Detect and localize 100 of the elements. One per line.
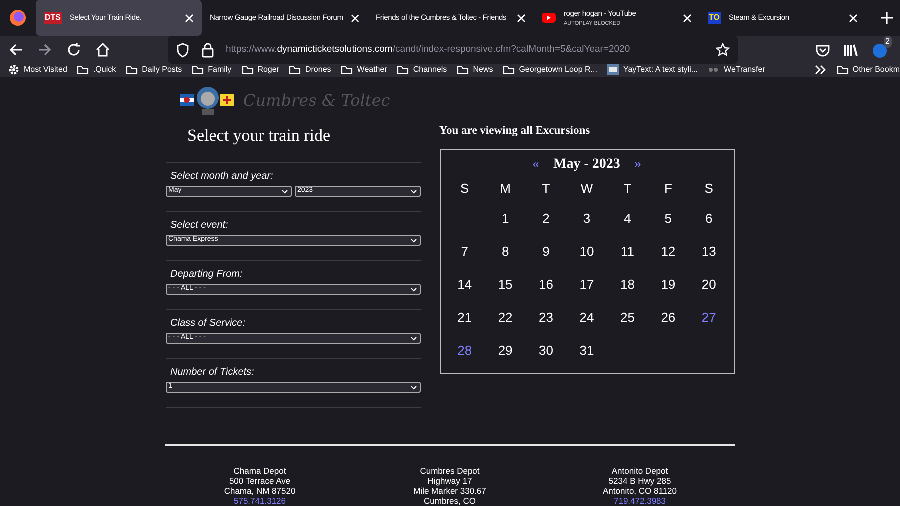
bookmark-link[interactable]: YayText: A text styli... [623,64,698,76]
calendar-day: 16 [539,274,554,294]
caret-icon [282,190,288,194]
browser-logo-icon[interactable] [9,9,27,27]
bookmark-link[interactable]: News [473,64,494,76]
emblem-drawing [180,86,236,116]
close-icon[interactable] [351,14,360,22]
address-line: Cumbres, CO [424,496,476,506]
field-label: Class of Service: [170,317,247,331]
calendar-day: 3 [583,208,591,228]
weekday-header: S [704,180,714,198]
weekday-header: W [580,180,594,198]
plus-icon [880,11,894,25]
calendar-day: 6 [706,208,713,228]
bookmark-link[interactable]: Roger [258,64,280,76]
calendar-day: 9 [542,242,550,261]
calendar-day: 22 [498,308,513,327]
folder-icon [77,64,90,76]
site-favicon: TO [708,12,721,24]
caret-icon [410,190,416,194]
notification-badge: 2 [884,36,892,48]
viewing-caption: You are viewing all Excursions [440,124,592,138]
caret-icon [410,336,416,340]
calendar-day: 15 [498,274,513,294]
shield-icon[interactable] [176,42,190,58]
folder-icon [192,64,204,76]
calendar-day: 31 [580,340,594,360]
bookmark-link[interactable]: .Quick [93,64,116,76]
close-icon[interactable] [683,14,692,22]
bookmark-link[interactable]: Daily Posts [142,64,182,76]
previous-month-link[interactable]: « [532,154,540,176]
weekday-header: F [664,180,672,198]
bookmark-link[interactable]: Weather [357,64,388,76]
close-icon[interactable] [849,14,858,22]
calendar-day: 20 [702,274,716,294]
bookmark-link[interactable]: Other Bookm [852,64,900,76]
folder-icon [397,64,410,76]
caret-icon [410,386,416,390]
calendar-day-link[interactable]: 28 [458,340,472,360]
address-bar[interactable]: https://www.dynamicticketsolutions.com/candt/index-responsive.cfm?calMonth=5&calYear=2020 [168,36,738,64]
calendar-day: 11 [620,242,634,261]
padlock-icon[interactable] [202,42,214,58]
phone-link[interactable]: 719.472.3983 [614,496,666,506]
field-label: Select month and year: [170,170,274,184]
forward-arrow-icon[interactable] [37,42,53,58]
folder-icon [503,64,516,76]
weekday-header: T [624,180,632,198]
next-month-link[interactable]: » [634,154,642,176]
calendar-day: 23 [539,308,554,327]
bookmark-link[interactable]: Most Visited [24,64,68,76]
field-label: Select event: [170,219,230,233]
caret-icon [410,288,416,292]
calendar-day-link[interactable]: 27 [702,308,716,327]
weekday-header: M [500,180,511,198]
calendar-day: 13 [702,242,716,261]
address-line: 500 Terrace Ave [229,476,291,486]
gear-icon [8,64,20,76]
calendar-day: 14 [458,274,472,294]
address-line: 5234 B Hwy 285 [608,476,672,486]
bookmark-link[interactable]: Family [208,64,232,76]
caret-icon [410,238,416,242]
calendar-day: 4 [624,208,632,228]
calendar-day: 29 [498,340,513,360]
page-title: Select your train ride [186,124,332,147]
play-button-icon [542,13,556,23]
calendar-day: 17 [580,274,594,294]
address-line: Antonito, CO 81120 [602,486,678,496]
back-arrow-icon[interactable] [8,42,24,58]
chevron-icon[interactable] [814,65,827,76]
calendar-day: 26 [661,308,676,327]
library-icon[interactable] [843,43,859,57]
calendar-day: 2 [542,208,550,228]
bookmark-link[interactable]: WeTransfer [724,64,766,76]
bookmark-link[interactable]: Channels [413,64,448,76]
site-favicon [607,64,620,76]
calendar-day: 18 [620,274,635,294]
calendar-title: May - 2023 [554,156,620,174]
calendar-day: 12 [661,242,676,261]
bookmark-link[interactable]: Drones [305,64,332,76]
site-favicon: DTS [44,12,62,24]
calendar-day: 8 [502,242,510,261]
address-line: Mile Marker 330.67 [414,486,486,496]
close-icon[interactable] [185,14,194,22]
extension-icon[interactable] [872,43,888,59]
field-label: Number of Tickets: [170,366,256,380]
phone-link[interactable]: 575.741.3126 [234,496,286,506]
folder-icon [242,64,254,76]
calendar-day: 5 [664,208,672,228]
folder-icon [289,64,302,76]
bookmark-link[interactable]: Georgetown Loop R... [519,64,598,76]
calendar-day: 10 [580,242,594,261]
calendar-day: 30 [539,340,554,360]
home-icon[interactable] [95,42,111,58]
folder-icon [126,64,138,76]
pocket-icon[interactable] [816,44,830,56]
weekday-header: T [542,180,550,198]
star-icon[interactable] [716,43,730,57]
reload-icon[interactable] [66,42,82,58]
close-icon[interactable] [517,14,526,22]
calendar-day: 1 [502,208,510,228]
